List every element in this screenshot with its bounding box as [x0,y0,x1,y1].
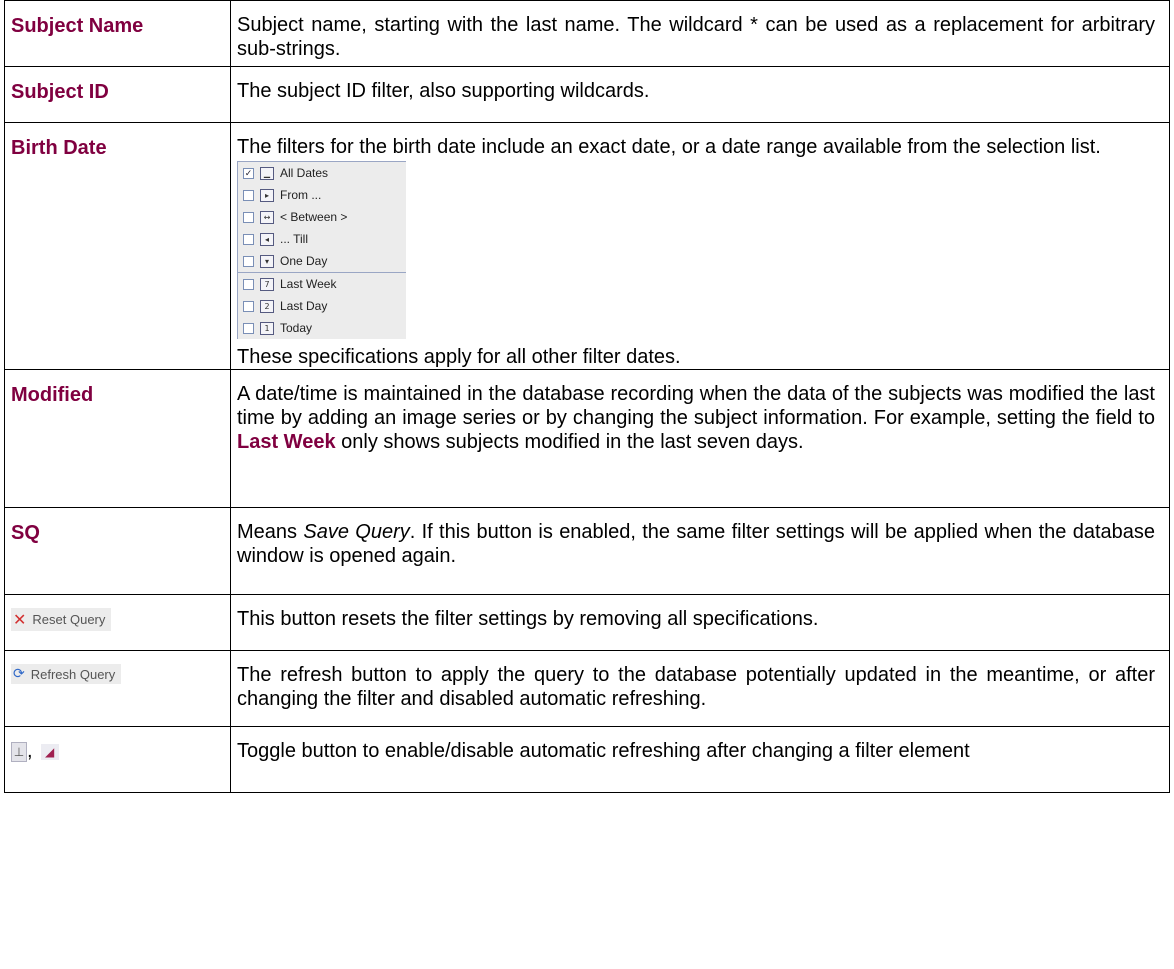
description-birth-date-note: These specifications apply for all other… [237,346,681,368]
one-calendar-icon: 1 [260,321,274,335]
auto-refresh-toggle-icons: ⊥, ◢ [11,740,230,763]
description-modified: A date/time is maintained in the databas… [237,383,1155,453]
one-day-calendar-icon: ▾ [260,254,274,268]
reset-query-button[interactable]: ✕ Reset Query [11,608,112,631]
checkbox[interactable] [243,255,254,267]
checkbox[interactable] [243,211,254,223]
table-row: ⊥, ◢ Toggle button to enable/disable aut… [4,726,1170,793]
description-subject-id: The subject ID filter, also supporting w… [237,80,650,102]
pin-icon[interactable]: ⊥ [11,741,27,762]
checkbox-checked[interactable]: ✓ [243,167,254,179]
table-row: SQ Means Save Query. If this button is e… [4,507,1170,595]
date-option-all-dates[interactable]: ✓ ▁ All Dates [238,162,406,184]
date-option-last-day[interactable]: 2 Last Day [238,295,406,317]
date-option-from[interactable]: ▸ From ... [238,184,406,206]
description-subject-name: Subject name, starting with the last nam… [237,14,1155,60]
refresh-icon: ⟳ [13,666,25,682]
eraser-icon[interactable]: ◢ [40,743,59,760]
description-refresh-query: The refresh button to apply the query to… [237,664,1155,710]
highlight-last-week: Last Week [237,431,336,453]
term-birth-date: Birth Date [11,137,107,159]
table-row: Modified A date/time is maintained in th… [4,369,1170,508]
between-calendar-icon: ↔ [260,210,274,224]
checkbox[interactable] [243,278,254,290]
table-row: ✕ Reset Query This button resets the fil… [4,594,1170,651]
date-filter-list: ✓ ▁ All Dates ▸ From ... ↔ < Between > ◂… [237,161,406,339]
checkbox[interactable] [243,300,254,312]
close-icon: ✕ [13,610,27,629]
date-option-between[interactable]: ↔ < Between > [238,206,406,228]
description-auto-refresh-toggle: Toggle button to enable/disable automati… [237,740,970,762]
term-modified: Modified [11,384,94,406]
checkbox[interactable] [243,189,254,201]
blank-calendar-icon: ▁ [260,166,274,180]
two-calendar-icon: 2 [260,299,274,313]
table-row: ⟳ Refresh Query The refresh button to ap… [4,650,1170,727]
date-option-one-day[interactable]: ▾ One Day [238,250,406,272]
date-option-last-week[interactable]: 7 Last Week [238,272,406,295]
term-subject-id: Subject ID [11,81,109,103]
description-reset-query: This button resets the filter settings b… [237,608,819,630]
checkbox[interactable] [243,233,254,245]
term-subject-name: Subject Name [11,15,144,37]
seven-calendar-icon: 7 [260,277,274,291]
date-option-today[interactable]: 1 Today [238,317,406,339]
table-row: Birth Date The filters for the birth dat… [4,122,1170,370]
table-row: Subject ID The subject ID filter, also s… [4,66,1170,123]
filter-description-table: Subject Name Subject name, starting with… [4,0,1170,793]
checkbox[interactable] [243,322,254,334]
from-calendar-icon: ▸ [260,188,274,202]
description-birth-date: The filters for the birth date include a… [237,136,1101,158]
term-sq: SQ [11,522,40,544]
description-sq: Means Save Query. If this button is enab… [237,521,1155,567]
date-option-till[interactable]: ◂ ... Till [238,228,406,250]
table-row: Subject Name Subject name, starting with… [4,0,1170,67]
refresh-query-button[interactable]: ⟳ Refresh Query [11,664,122,684]
till-calendar-icon: ◂ [260,232,274,246]
